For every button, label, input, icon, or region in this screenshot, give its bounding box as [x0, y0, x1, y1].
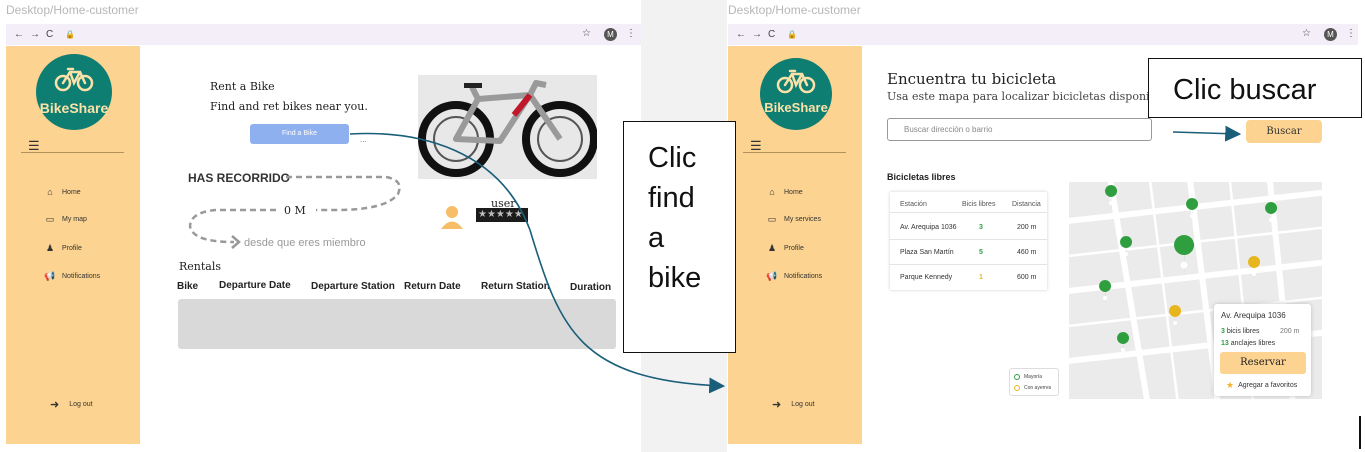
flow-arrows: [349, 125, 1242, 394]
arrow-to-search: [1172, 125, 1242, 142]
arrow-to-map: [349, 132, 726, 394]
